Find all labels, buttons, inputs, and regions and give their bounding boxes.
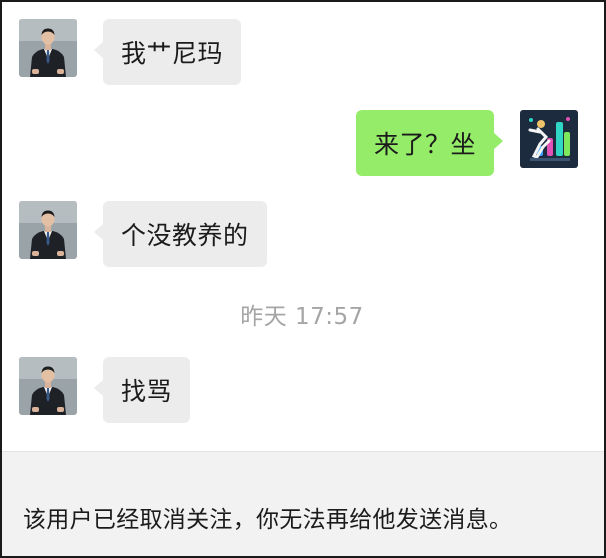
contact-avatar[interactable] <box>19 201 77 259</box>
message-row-incoming: 我艹尼玛 <box>19 19 242 85</box>
unfollowed-notice-bar: 该用户已经取消关注，你无法再给他发送消息。 <box>2 451 604 556</box>
message-timestamp: 昨天 17:57 <box>240 304 364 330</box>
person-in-suit-icon <box>19 201 77 259</box>
message-row-incoming: 找骂 <box>19 357 191 423</box>
person-in-suit-icon <box>19 357 77 415</box>
message-bubble-incoming[interactable]: 个没教养的 <box>94 201 267 267</box>
person-in-suit-icon <box>19 19 77 77</box>
message-row-outgoing: 来了？坐 <box>355 110 578 176</box>
message-row-incoming: 个没教养的 <box>19 201 267 267</box>
contact-avatar[interactable] <box>19 19 77 77</box>
abstract-figure-avatar-icon <box>520 110 578 168</box>
message-bubble-outgoing[interactable]: 来了？坐 <box>355 110 504 176</box>
contact-avatar[interactable] <box>19 357 77 415</box>
message-bubble-incoming[interactable]: 我艹尼玛 <box>93 19 242 85</box>
chat-window: 我艹尼玛 来了？坐 个没教养的 昨天 17:57 找骂 该用户已经取消关注，你无… <box>0 0 606 558</box>
unfollowed-notice-text: 该用户已经取消关注，你无法再给他发送消息。 <box>23 507 513 533</box>
message-bubble-incoming[interactable]: 找骂 <box>93 357 191 423</box>
own-avatar[interactable] <box>520 110 578 168</box>
